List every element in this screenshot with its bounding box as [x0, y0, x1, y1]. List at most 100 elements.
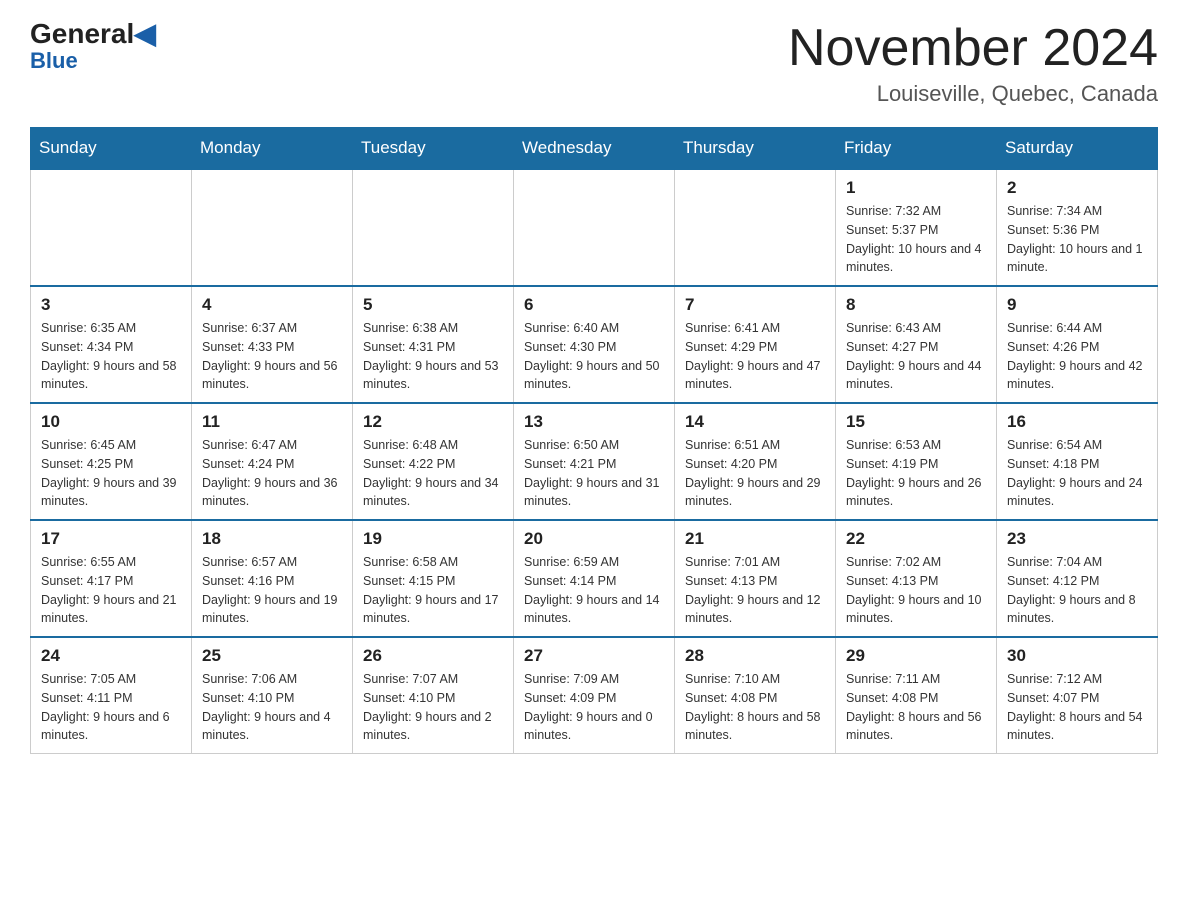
calendar-cell: 18Sunrise: 6:57 AM Sunset: 4:16 PM Dayli…: [192, 520, 353, 637]
day-number: 3: [41, 295, 181, 315]
calendar-cell: 27Sunrise: 7:09 AM Sunset: 4:09 PM Dayli…: [514, 637, 675, 754]
day-of-week-header: Tuesday: [353, 128, 514, 170]
day-number: 7: [685, 295, 825, 315]
calendar-cell: 4 Sunrise: 6:37 AM Sunset: 4:33 PM Daylig…: [192, 286, 353, 403]
calendar-week-row: 17 Sunrise: 6:55 AM Sunset: 4:17 PM Dayli…: [31, 520, 1158, 637]
calendar-cell: 17 Sunrise: 6:55 AM Sunset: 4:17 PM Dayli…: [31, 520, 192, 637]
day-number: 2: [1007, 178, 1147, 198]
calendar-cell: 5Sunrise: 6:38 AM Sunset: 4:31 PM Daylig…: [353, 286, 514, 403]
calendar-week-row: 10 Sunrise: 6:45 AM Sunset: 4:25 PM Dayli…: [31, 403, 1158, 520]
day-number: 20: [524, 529, 664, 549]
day-number: 19: [363, 529, 503, 549]
day-number: 27: [524, 646, 664, 666]
day-info: Sunrise: 6:47 AM Sunset: 4:24 PM Dayligh…: [202, 436, 342, 511]
calendar-cell: 25Sunrise: 7:06 AM Sunset: 4:10 PM Dayli…: [192, 637, 353, 754]
day-info: Sunrise: 6:45 AM Sunset: 4:25 PM Dayligh…: [41, 436, 181, 511]
calendar-cell: [192, 169, 353, 286]
calendar-cell: 28 Sunrise: 7:10 AM Sunset: 4:08 PM Dayli…: [675, 637, 836, 754]
day-info: Sunrise: 6:59 AM Sunset: 4:14 PM Dayligh…: [524, 553, 664, 628]
day-number: 6: [524, 295, 664, 315]
day-info: Sunrise: 6:44 AM Sunset: 4:26 PM Dayligh…: [1007, 319, 1147, 394]
calendar-cell: 23Sunrise: 7:04 AM Sunset: 4:12 PM Dayli…: [997, 520, 1158, 637]
day-number: 28: [685, 646, 825, 666]
calendar-cell: 14 Sunrise: 6:51 AM Sunset: 4:20 PM Dayli…: [675, 403, 836, 520]
calendar-cell: [31, 169, 192, 286]
calendar-cell: 10 Sunrise: 6:45 AM Sunset: 4:25 PM Dayli…: [31, 403, 192, 520]
day-number: 1: [846, 178, 986, 198]
page-header: General◀ Blue November 2024 Louiseville,…: [30, 20, 1158, 107]
day-number: 9: [1007, 295, 1147, 315]
day-number: 24: [41, 646, 181, 666]
calendar-cell: [353, 169, 514, 286]
day-number: 17: [41, 529, 181, 549]
day-number: 25: [202, 646, 342, 666]
day-info: Sunrise: 7:07 AM Sunset: 4:10 PM Dayligh…: [363, 670, 503, 745]
calendar-week-row: 1 Sunrise: 7:32 AM Sunset: 5:37 PM Daylig…: [31, 169, 1158, 286]
day-number: 12: [363, 412, 503, 432]
day-number: 14: [685, 412, 825, 432]
calendar-header-row: SundayMondayTuesdayWednesdayThursdayFrid…: [31, 128, 1158, 170]
day-number: 5: [363, 295, 503, 315]
day-info: Sunrise: 6:35 AM Sunset: 4:34 PM Dayligh…: [41, 319, 181, 394]
calendar-cell: 9 Sunrise: 6:44 AM Sunset: 4:26 PM Daylig…: [997, 286, 1158, 403]
day-info: Sunrise: 6:37 AM Sunset: 4:33 PM Dayligh…: [202, 319, 342, 394]
day-info: Sunrise: 7:10 AM Sunset: 4:08 PM Dayligh…: [685, 670, 825, 745]
day-of-week-header: Wednesday: [514, 128, 675, 170]
calendar-cell: [675, 169, 836, 286]
day-number: 22: [846, 529, 986, 549]
day-of-week-header: Monday: [192, 128, 353, 170]
calendar-week-row: 3 Sunrise: 6:35 AM Sunset: 4:34 PM Daylig…: [31, 286, 1158, 403]
day-info: Sunrise: 6:50 AM Sunset: 4:21 PM Dayligh…: [524, 436, 664, 511]
calendar-cell: 3 Sunrise: 6:35 AM Sunset: 4:34 PM Daylig…: [31, 286, 192, 403]
calendar-cell: 12 Sunrise: 6:48 AM Sunset: 4:22 PM Dayli…: [353, 403, 514, 520]
calendar-cell: 1 Sunrise: 7:32 AM Sunset: 5:37 PM Daylig…: [836, 169, 997, 286]
day-info: Sunrise: 7:02 AM Sunset: 4:13 PM Dayligh…: [846, 553, 986, 628]
calendar-table: SundayMondayTuesdayWednesdayThursdayFrid…: [30, 127, 1158, 754]
title-section: November 2024 Louiseville, Quebec, Canad…: [788, 20, 1158, 107]
day-info: Sunrise: 7:01 AM Sunset: 4:13 PM Dayligh…: [685, 553, 825, 628]
day-number: 11: [202, 412, 342, 432]
day-info: Sunrise: 6:55 AM Sunset: 4:17 PM Dayligh…: [41, 553, 181, 628]
day-number: 13: [524, 412, 664, 432]
calendar-cell: 2 Sunrise: 7:34 AM Sunset: 5:36 PM Daylig…: [997, 169, 1158, 286]
day-number: 4: [202, 295, 342, 315]
day-info: Sunrise: 6:53 AM Sunset: 4:19 PM Dayligh…: [846, 436, 986, 511]
day-info: Sunrise: 6:51 AM Sunset: 4:20 PM Dayligh…: [685, 436, 825, 511]
day-number: 8: [846, 295, 986, 315]
calendar-cell: 24 Sunrise: 7:05 AM Sunset: 4:11 PM Dayli…: [31, 637, 192, 754]
calendar-cell: 26 Sunrise: 7:07 AM Sunset: 4:10 PM Dayli…: [353, 637, 514, 754]
calendar-cell: 20 Sunrise: 6:59 AM Sunset: 4:14 PM Dayli…: [514, 520, 675, 637]
calendar-cell: 7 Sunrise: 6:41 AM Sunset: 4:29 PM Daylig…: [675, 286, 836, 403]
day-info: Sunrise: 7:04 AM Sunset: 4:12 PM Dayligh…: [1007, 553, 1147, 628]
day-info: Sunrise: 6:48 AM Sunset: 4:22 PM Dayligh…: [363, 436, 503, 511]
day-of-week-header: Friday: [836, 128, 997, 170]
calendar-cell: 29Sunrise: 7:11 AM Sunset: 4:08 PM Dayli…: [836, 637, 997, 754]
logo-arrow-icon: ◀: [134, 18, 156, 49]
day-number: 16: [1007, 412, 1147, 432]
month-title: November 2024: [788, 20, 1158, 77]
logo-blue-text: Blue: [30, 48, 78, 74]
calendar-cell: 22 Sunrise: 7:02 AM Sunset: 4:13 PM Dayli…: [836, 520, 997, 637]
calendar-cell: 8Sunrise: 6:43 AM Sunset: 4:27 PM Daylig…: [836, 286, 997, 403]
day-number: 15: [846, 412, 986, 432]
logo-general-text: General◀: [30, 20, 156, 48]
day-number: 26: [363, 646, 503, 666]
day-info: Sunrise: 6:41 AM Sunset: 4:29 PM Dayligh…: [685, 319, 825, 394]
day-info: Sunrise: 7:34 AM Sunset: 5:36 PM Dayligh…: [1007, 202, 1147, 277]
day-of-week-header: Thursday: [675, 128, 836, 170]
day-info: Sunrise: 7:32 AM Sunset: 5:37 PM Dayligh…: [846, 202, 986, 277]
calendar-cell: 11 Sunrise: 6:47 AM Sunset: 4:24 PM Dayli…: [192, 403, 353, 520]
day-info: Sunrise: 7:12 AM Sunset: 4:07 PM Dayligh…: [1007, 670, 1147, 745]
day-number: 10: [41, 412, 181, 432]
day-info: Sunrise: 7:05 AM Sunset: 4:11 PM Dayligh…: [41, 670, 181, 745]
day-number: 21: [685, 529, 825, 549]
day-info: Sunrise: 6:54 AM Sunset: 4:18 PM Dayligh…: [1007, 436, 1147, 511]
location-title: Louiseville, Quebec, Canada: [788, 81, 1158, 107]
day-number: 18: [202, 529, 342, 549]
day-info: Sunrise: 6:58 AM Sunset: 4:15 PM Dayligh…: [363, 553, 503, 628]
calendar-cell: 15 Sunrise: 6:53 AM Sunset: 4:19 PM Dayli…: [836, 403, 997, 520]
calendar-week-row: 24 Sunrise: 7:05 AM Sunset: 4:11 PM Dayli…: [31, 637, 1158, 754]
calendar-cell: [514, 169, 675, 286]
calendar-cell: 30 Sunrise: 7:12 AM Sunset: 4:07 PM Dayli…: [997, 637, 1158, 754]
day-number: 30: [1007, 646, 1147, 666]
